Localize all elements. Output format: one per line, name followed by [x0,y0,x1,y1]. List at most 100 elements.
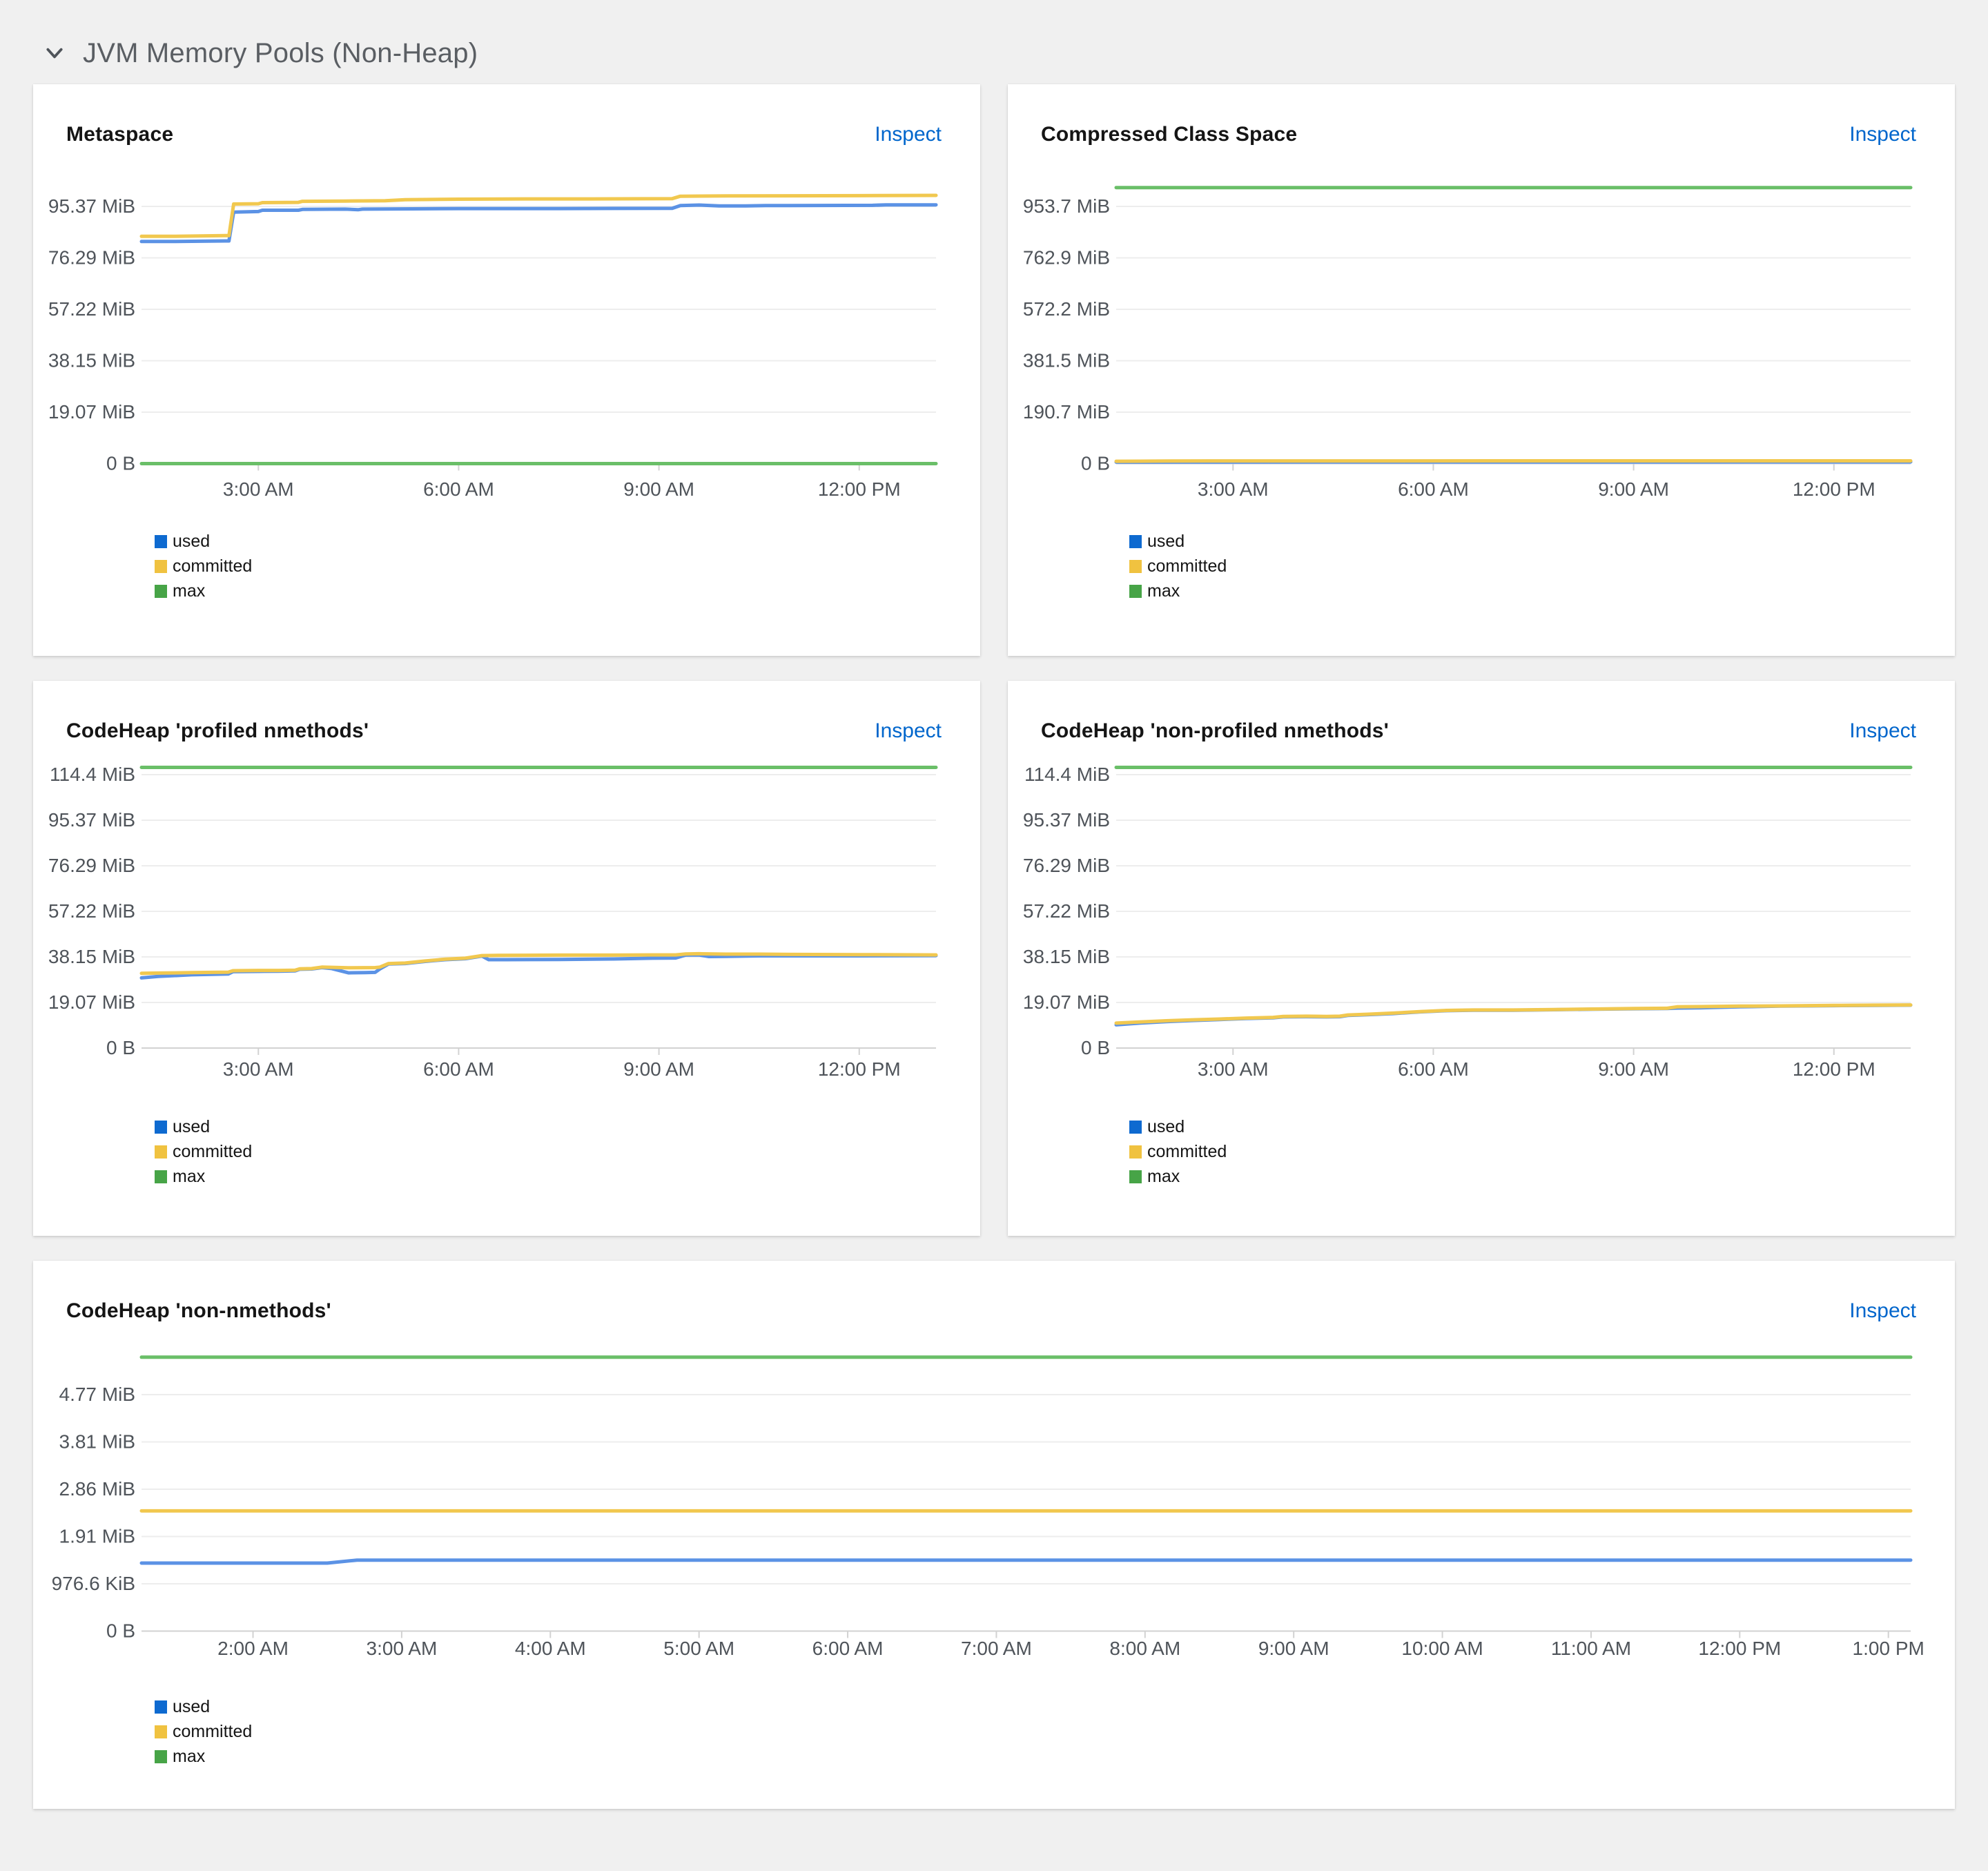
y-axis-label: 57.22 MiB [48,298,135,320]
x-axis-label: 6:00 AM [423,478,494,500]
chart-legend: usedcommittedmax [1008,1117,1955,1187]
chart-card-metaspace: MetaspaceInspect95.37 MiB76.29 MiB57.22 … [33,84,980,656]
chart-card-header: Metaspace Inspect [33,84,980,146]
x-axis-label: 1:00 PM [1853,1638,1924,1659]
y-axis-label: 4.77 MiB [59,1384,136,1405]
legend-label: max [173,581,205,601]
y-axis-label: 953.7 MiB [1023,195,1110,217]
x-axis-label: 8:00 AM [1109,1638,1180,1659]
inspect-link[interactable]: Inspect [1849,1299,1916,1323]
y-axis-label: 572.2 MiB [1023,298,1110,320]
y-axis-label: 0 B [106,1037,135,1058]
dashboard-grid: Metaspace Inspect 95.37 MiB 76.29 MiB 57.22 … [33,84,1955,1809]
x-axis-label: 6:00 AM [1398,478,1469,500]
legend-swatch-committed [1129,1145,1142,1159]
legend-swatch-max [155,1170,167,1183]
y-axis-label: 38.15 MiB [1023,946,1110,967]
x-axis-label: 12:00 PM [1698,1638,1781,1659]
dashboard-row: CodeHeap 'non-nmethods' Inspect 4.77 MiB3.… [33,1261,1955,1809]
legend-label: max [1147,1167,1180,1187]
y-axis-label: 95.37 MiB [1023,809,1110,831]
chart-card-codeheap-non-profiled-nmethods: CodeHeap 'non-profiled nmethods'Inspect1… [1008,681,1955,1236]
legend-item-max: max [155,1747,1955,1767]
x-axis-label: 6:00 AM [1398,1058,1469,1080]
x-axis-label: 6:00 AM [812,1638,884,1659]
legend-swatch-used [155,535,167,548]
y-axis-label: 0 B [106,453,135,474]
x-axis-label: 4:00 AM [515,1638,586,1659]
legend-label: committed [173,556,252,576]
legend-label: committed [1147,1142,1227,1162]
x-axis-label: 3:00 AM [223,478,294,500]
x-axis-label: 7:00 AM [961,1638,1032,1659]
x-axis-label: 3:00 AM [223,1058,294,1080]
legend-swatch-max [1129,585,1142,598]
y-axis-label: 57.22 MiB [1023,900,1110,922]
inspect-link[interactable]: Inspect [875,719,942,743]
legend-label: committed [1147,556,1227,576]
legend-swatch-used [155,1121,167,1134]
y-axis-label: 76.29 MiB [1023,855,1110,876]
y-axis-label: 19.07 MiB [48,991,135,1013]
legend-swatch-used [1129,535,1142,548]
x-axis-label: 5:00 AM [663,1638,734,1659]
x-axis-label: 9:00 AM [1598,1058,1669,1080]
x-axis-label: 10:00 AM [1401,1638,1483,1659]
y-axis-label: 114.4 MiB [1024,764,1110,785]
legend-swatch-committed [155,1725,167,1738]
y-axis-label: 38.15 MiB [48,946,135,967]
series-line-used [142,205,936,242]
legend-label: used [173,1697,210,1717]
x-axis-label: 12:00 PM [1793,1058,1875,1080]
legend-item-max: max [155,1167,980,1187]
dashboard-row: CodeHeap 'profiled nmethods' Inspect 114.4… [33,681,1955,1236]
dashboard-row: MetaspaceInspect95.37 MiB76.29 MiB57.22 … [33,84,1955,656]
chart-legend: used committed max [33,1117,980,1187]
y-axis-label: 95.37 MiB [48,809,135,831]
legend-item-used: used [155,1117,980,1137]
chart-title: Compressed Class Space [1041,123,1297,146]
chart-plot-compressed-class-space[interactable]: 953.7 MiB 762.9 MiB 572.2 MiB 381.5 MiB 190.… [1008,177,1955,522]
x-axis-label: 9:00 AM [1258,1638,1329,1659]
y-axis-label: 976.6 KiB [52,1573,135,1594]
y-axis-label: 2.86 MiB [59,1478,136,1500]
legend-swatch-committed [1129,560,1142,573]
legend-label: max [1147,581,1180,601]
x-axis-label: 9:00 AM [623,478,694,500]
inspect-link[interactable]: Inspect [1849,123,1916,146]
legend-item-committed: committed [155,556,980,576]
chart-card-codeheap-profiled-nmethods: CodeHeap 'profiled nmethods'Inspect114.4… [33,681,980,1236]
chart-plot-codeheap-profiled-nmethods[interactable]: 114.4 MiB95.37 MiB76.29 MiB57.22 MiB38.1… [33,759,980,1105]
y-axis-label: 190.7 MiB [1023,401,1110,423]
legend-item-used: used [155,532,980,552]
legend-item-used: used [1129,532,1955,552]
section-header[interactable]: JVM Memory Pools (Non-Heap) [33,23,1955,73]
legend-item-committed: committed [1129,1142,1955,1162]
y-axis-label: 762.9 MiB [1023,247,1110,269]
chart-title: CodeHeap 'non-nmethods' [66,1299,331,1323]
y-axis-label: 76.29 MiB [48,855,135,876]
chart-title: CodeHeap 'profiled nmethods' [66,719,369,743]
y-axis-label: 381.5 MiB [1023,350,1110,371]
legend-item-committed: committed [155,1722,1955,1742]
chart-legend: used committed max [1008,532,1955,601]
chart-title: Metaspace [66,123,173,146]
legend-swatch-used [1129,1121,1142,1134]
series-line-used [142,955,936,978]
x-axis-label: 3:00 AM [367,1638,438,1659]
chart-card-codeheap-non-nmethods: CodeHeap 'non-nmethods' Inspect 4.77 MiB3.… [33,1261,1955,1809]
chart-plot-codeheap-non-nmethods[interactable]: 4.77 MiB3.81 MiB2.86 MiB1.91 MiB976.6 Ki… [33,1332,1955,1678]
legend-swatch-used [155,1700,167,1714]
y-axis-label: 38.15 MiB [48,350,135,371]
x-axis-label: 12:00 PM [1793,478,1875,500]
legend-label: used [173,1117,210,1137]
chart-plot-metaspace[interactable]: 95.37 MiB76.29 MiB57.22 MiB38.15 MiB19.0… [33,177,980,522]
legend-swatch-max [1129,1170,1142,1183]
y-axis-label: 19.07 MiB [1023,991,1110,1013]
inspect-link[interactable]: Inspect [1849,719,1916,743]
chart-legend: used committed max [33,1697,1955,1767]
chart-plot-codeheap-non-profiled-nmethods[interactable]: 114.4 MiB 95.37 MiB 76.29 MiB 57.22 MiB 38.1… [1008,759,1955,1105]
legend-item-committed: committed [155,1142,980,1162]
series-line-used [1116,1005,1911,1025]
inspect-link[interactable]: Inspect [875,123,942,146]
